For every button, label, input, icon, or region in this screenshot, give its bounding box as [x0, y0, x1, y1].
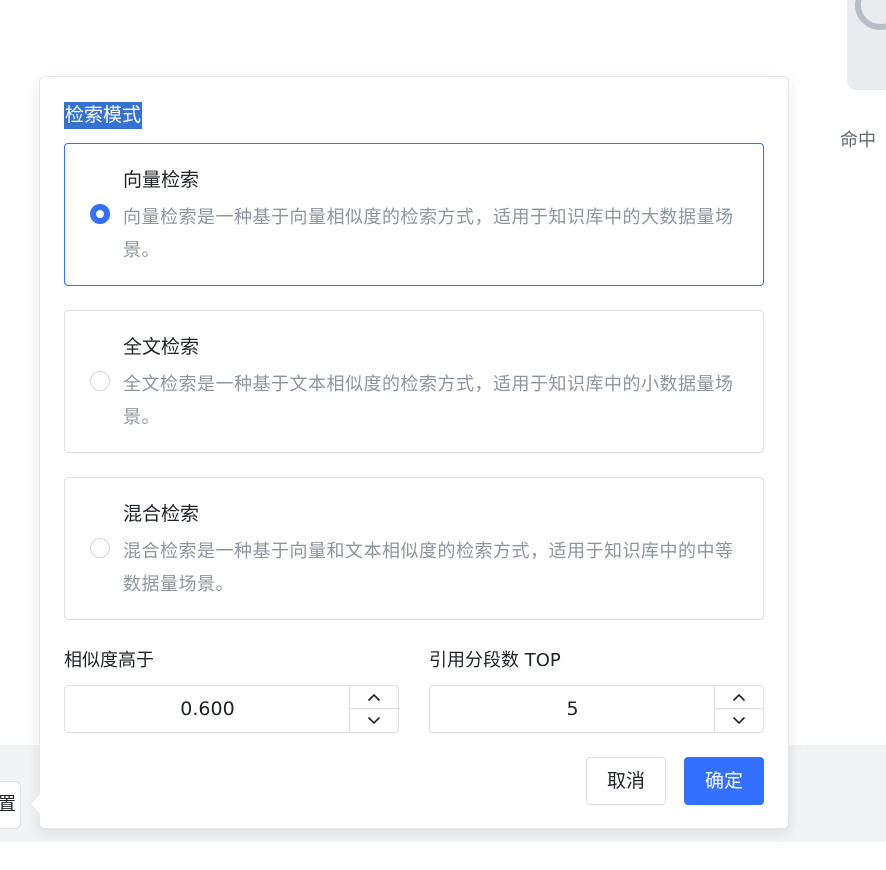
- similarity-decrement-button[interactable]: [350, 709, 398, 732]
- chevron-down-icon: [367, 716, 381, 725]
- confirm-button[interactable]: 确定: [684, 757, 764, 805]
- mode-description: 混合检索是一种基于向量和文本相似度的检索方式，适用于知识库中的中等数据量场景。: [123, 541, 734, 595]
- mode-card-vector[interactable]: 向量检索 向量检索是一种基于向量相似度的检索方式，适用于知识库中的大数据量场景。: [64, 143, 764, 286]
- radio-hybrid[interactable]: [90, 538, 110, 558]
- radio-fulltext[interactable]: [90, 371, 110, 391]
- similarity-increment-button[interactable]: [350, 686, 398, 709]
- chevron-up-icon: [732, 693, 746, 701]
- mode-card-hybrid[interactable]: 混合检索 混合检索是一种基于向量和文本相似度的检索方式，适用于知识库中的中等数据…: [64, 477, 764, 620]
- top-n-label: 引用分段数 TOP: [429, 650, 561, 671]
- background-hit-label: 命中: [840, 130, 876, 151]
- mode-title: 向量检索: [123, 169, 200, 191]
- background-thumbnail: [847, 0, 886, 90]
- top-n-input[interactable]: 5: [430, 686, 715, 732]
- mode-title: 混合检索: [123, 503, 200, 525]
- top-n-stepper[interactable]: 5: [429, 685, 764, 733]
- globe-icon: [855, 0, 886, 30]
- background-settings-button[interactable]: 置: [0, 781, 21, 829]
- mode-description: 向量检索是一种基于向量相似度的检索方式，适用于知识库中的大数据量场景。: [123, 207, 734, 261]
- similarity-label: 相似度高于: [64, 650, 154, 671]
- mode-title: 全文检索: [123, 336, 200, 358]
- mode-description: 全文检索是一种基于文本相似度的检索方式，适用于知识库中的小数据量场景。: [123, 374, 734, 428]
- top-n-stepper-controls: [714, 686, 763, 732]
- similarity-stepper[interactable]: 0.600: [64, 685, 399, 733]
- popover-title: 检索模式: [64, 102, 143, 129]
- similarity-input[interactable]: 0.600: [65, 686, 350, 732]
- mode-card-fulltext[interactable]: 全文检索 全文检索是一种基于文本相似度的检索方式，适用于知识库中的小数据量场景。: [64, 310, 764, 453]
- chevron-up-icon: [367, 693, 381, 701]
- cancel-button[interactable]: 取消: [586, 757, 666, 805]
- radio-vector[interactable]: [90, 204, 110, 224]
- top-n-decrement-button[interactable]: [715, 709, 763, 732]
- chevron-down-icon: [732, 716, 746, 725]
- similarity-stepper-controls: [349, 686, 398, 732]
- top-n-increment-button[interactable]: [715, 686, 763, 709]
